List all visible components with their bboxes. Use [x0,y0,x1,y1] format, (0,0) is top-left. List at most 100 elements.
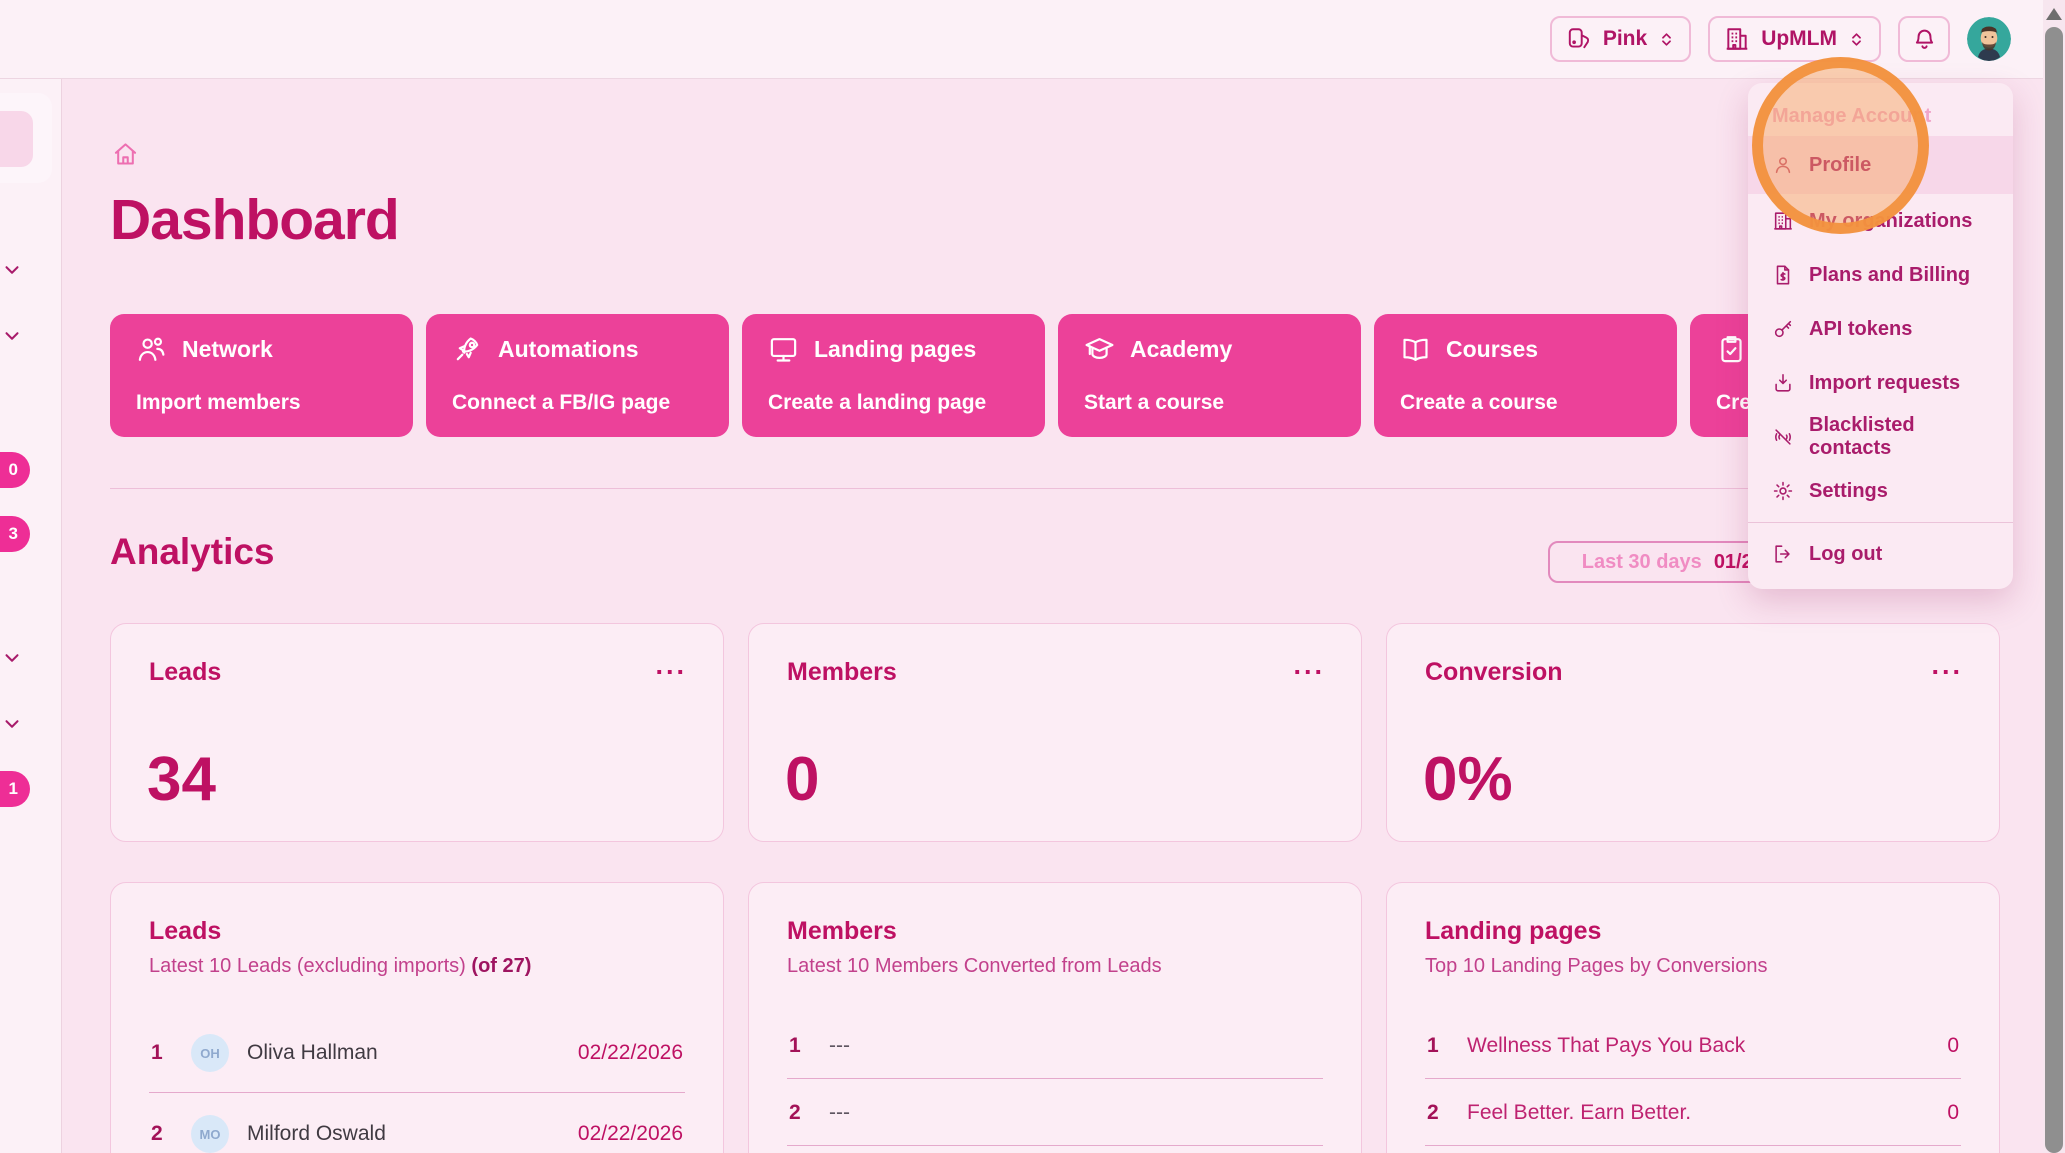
book-icon [1400,334,1431,365]
menu-item-settings[interactable]: Settings [1748,464,2013,518]
quick-action-courses[interactable]: Courses Create a course [1374,314,1677,437]
building-icon [1724,26,1750,52]
lead-row[interactable]: 2 MO Milford Oswald 02/22/2026 [149,1105,685,1153]
more-options-icon[interactable]: ... [655,650,687,681]
list-subtitle: Latest 10 Leads (excluding imports) (of … [149,955,685,978]
menu-item-label: Blacklisted contacts [1809,414,1989,460]
quick-action-landing-pages[interactable]: Landing pages Create a landing page [742,314,1045,437]
organization-selector-label: UpMLM [1761,27,1837,51]
landing-page-row[interactable]: 1 Wellness That Pays You Back 0 [1425,1024,1961,1079]
window-scrollbar[interactable] [2043,0,2065,1153]
clipboard-check-icon [1716,334,1747,365]
menu-item-import-requests[interactable]: Import requests [1748,356,2013,410]
more-options-icon[interactable]: ... [1931,650,1963,681]
organization-selector[interactable]: UpMLM [1708,16,1881,62]
more-options-icon[interactable]: ... [1293,650,1325,681]
menu-item-label: Settings [1809,480,1888,503]
topbar: Pink UpMLM [0,0,2043,79]
lists-row: Leads Latest 10 Leads (excluding imports… [110,882,2000,1153]
quick-action-title: Automations [498,336,639,363]
quick-action-network[interactable]: Network Import members [110,314,413,437]
stat-card-leads: Leads ... 34 [110,623,724,842]
account-dropdown-menu: Manage Account Profile My organizations … [1748,83,2013,589]
quick-action-automations[interactable]: Automations Connect a FB/IG page [426,314,729,437]
landing-page-name: Wellness That Pays You Back [1467,1034,1929,1058]
unfold-icon [1848,31,1865,48]
list-title: Landing pages [1425,917,1961,946]
home-breadcrumb-icon[interactable] [112,141,139,168]
quick-action-title: Network [182,336,273,363]
lead-date: 02/22/2026 [578,1041,683,1065]
menu-item-blacklisted-contacts[interactable]: Blacklisted contacts [1748,410,2013,464]
scrollbar-thumb[interactable] [2045,27,2063,1153]
mute-icon [1772,426,1794,448]
menu-item-label: Import requests [1809,372,1960,395]
notifications-button[interactable] [1898,16,1950,62]
rocket-icon [452,334,483,365]
sidebar: 0 3 1 [0,79,62,1153]
user-avatar[interactable] [1967,17,2011,61]
menu-item-api-tokens[interactable]: API tokens [1748,302,2013,356]
stat-value: 0 [785,744,819,815]
menu-item-label: Profile [1809,154,1871,177]
import-icon [1772,372,1794,394]
list-title: Leads [149,917,685,946]
quick-action-title: Academy [1130,336,1232,363]
menu-item-plans-billing[interactable]: Plans and Billing [1748,248,2013,302]
logout-icon [1772,543,1794,565]
menu-item-label: API tokens [1809,318,1912,341]
stat-title: Conversion [1425,658,1961,687]
theme-selector[interactable]: Pink [1550,16,1691,62]
date-range-preset: Last 30 days [1582,551,1702,574]
menu-item-my-organizations[interactable]: My organizations [1748,194,2013,248]
landing-pages-list-card: Landing pages Top 10 Landing Pages by Co… [1386,882,2000,1153]
quick-action-title: Courses [1446,336,1538,363]
landing-page-name: Feel Better. Earn Better. [1467,1101,1929,1125]
quick-action-subtitle: Create a course [1400,391,1651,415]
chevron-down-icon[interactable] [1,325,23,347]
row-index: 2 [151,1122,173,1146]
conversion-count: 0 [1947,1101,1959,1125]
quick-action-subtitle: Start a course [1084,391,1335,415]
stat-title: Leads [149,658,685,687]
quick-action-subtitle: Connect a FB/IG page [452,391,703,415]
lead-date: 02/22/2026 [578,1122,683,1146]
chevron-down-icon[interactable] [1,259,23,281]
lead-name: Oliva Hallman [247,1041,560,1065]
main-content: Dashboard Network Import members [62,79,2043,1153]
palette-icon [1566,26,1592,52]
people-icon [136,334,167,365]
menu-item-label: Log out [1809,543,1882,566]
menu-item-log-out[interactable]: Log out [1748,527,2013,581]
lead-row[interactable]: 1 OH Oliva Hallman 02/22/2026 [149,1024,685,1093]
conversion-count: 0 [1947,1034,1959,1058]
stat-card-members: Members ... 0 [748,623,1362,842]
row-index: 1 [789,1034,811,1058]
key-icon [1772,318,1794,340]
menu-item-label: Plans and Billing [1809,264,1970,287]
scrollbar-up-arrow-icon[interactable] [2046,8,2062,20]
lead-name: Milford Oswald [247,1122,560,1146]
stat-value: 0% [1423,744,1513,815]
analytics-heading: Analytics [110,531,275,573]
chevron-down-icon[interactable] [1,647,23,669]
quick-action-academy[interactable]: Academy Start a course [1058,314,1361,437]
row-index: 1 [1427,1034,1449,1058]
row-index: 2 [1427,1101,1449,1125]
chevron-down-icon[interactable] [1,713,23,735]
list-subtitle: Latest 10 Members Converted from Leads [787,955,1323,978]
list-title: Members [787,917,1323,946]
leads-list-card: Leads Latest 10 Leads (excluding imports… [110,882,724,1153]
sidebar-count-badge: 1 [0,771,30,807]
stats-row: Leads ... 34 Members ... 0 Conversion ..… [110,623,2000,842]
invoice-icon [1772,264,1794,286]
bell-icon [1912,27,1937,52]
building-icon [1772,210,1794,232]
stat-value: 34 [147,744,216,815]
menu-item-profile[interactable]: Profile [1748,136,2013,194]
sidebar-active-item-icon [0,111,33,167]
landing-page-row[interactable]: 2 Feel Better. Earn Better. 0 [1425,1091,1961,1146]
member-row[interactable]: 2 --- [787,1091,1323,1146]
sidebar-count-badge: 0 [0,452,30,488]
member-row[interactable]: 1 --- [787,1024,1323,1079]
